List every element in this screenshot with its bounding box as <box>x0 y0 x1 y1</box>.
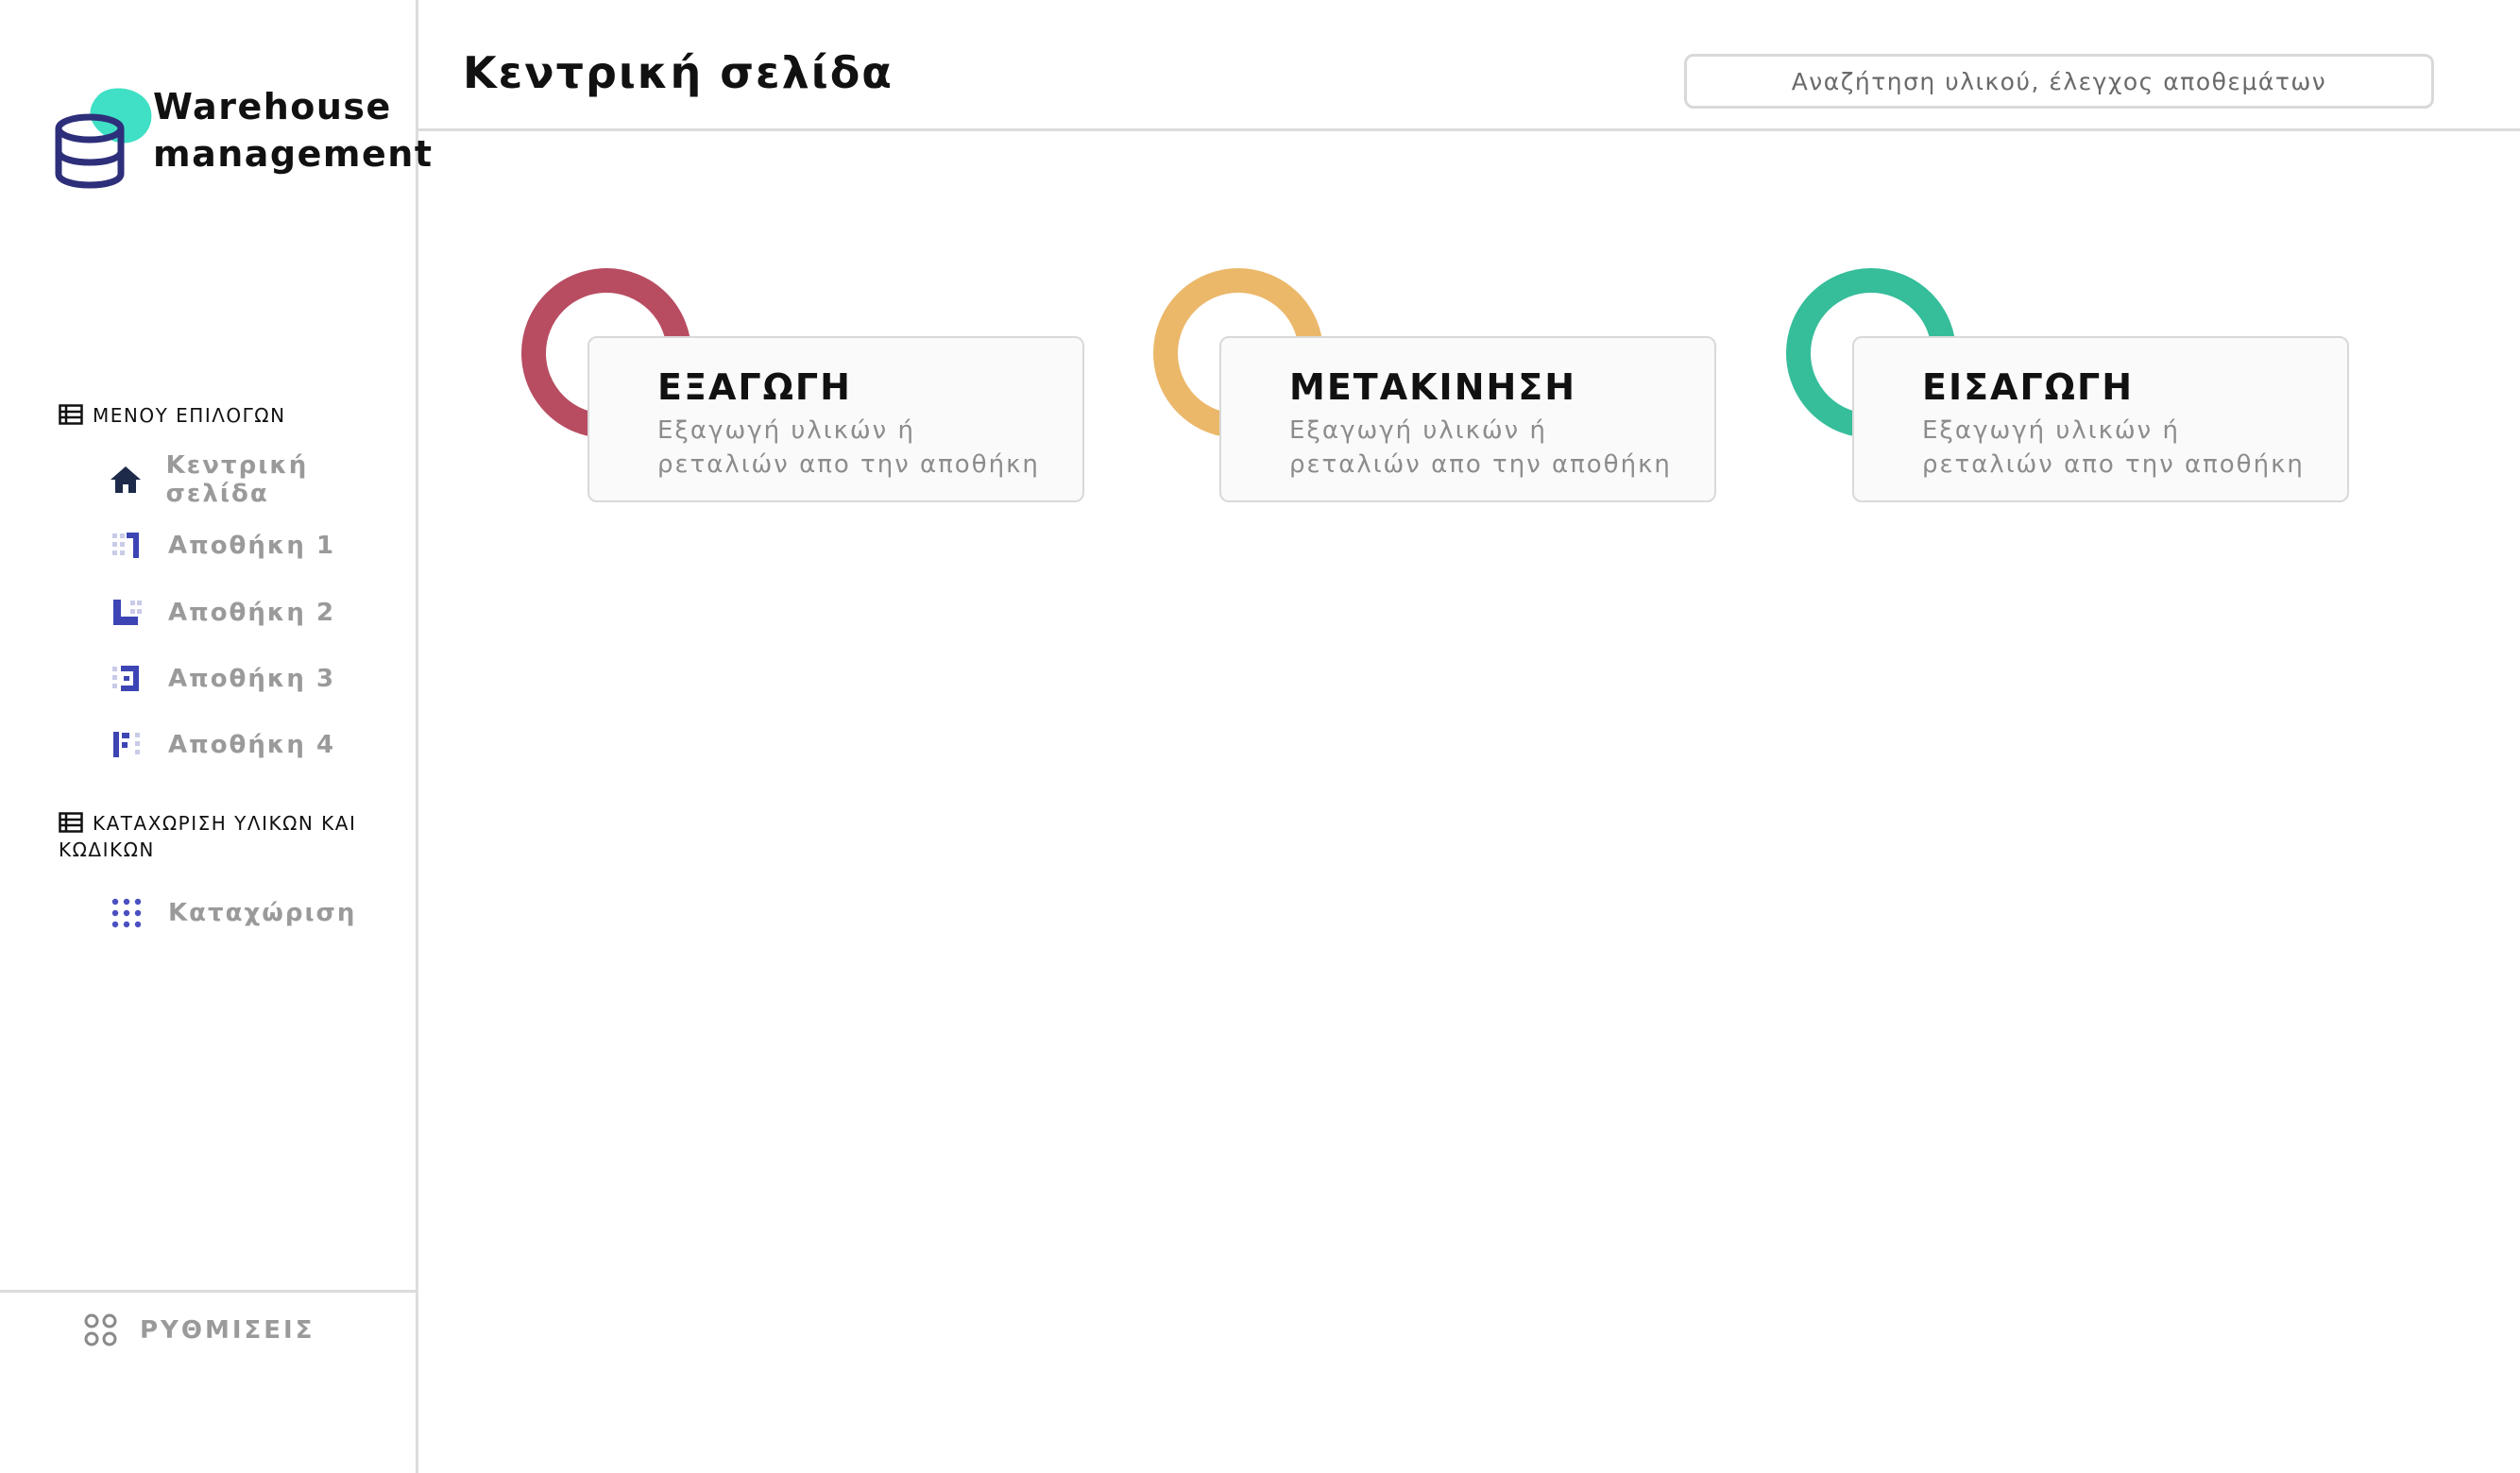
search-input[interactable]: Αναζήτηση υλικού, έλεγχος αποθεμάτων <box>1684 54 2434 109</box>
card-title: ΕΞΑΓΩΓΗ <box>657 366 852 408</box>
sidebar-item-label: Αποθήκη 2 <box>168 599 336 627</box>
card-description-line: Εξαγωγή υλικών ή <box>1922 416 2180 445</box>
card-description-line: ρεταλιών απο την αποθήκη <box>1922 450 2305 479</box>
settings-button[interactable]: ΡΥΘΜΙΣΕΙΣ <box>83 1307 315 1354</box>
sidebar-item-warehouse-2[interactable]: Αποθήκη 2 <box>106 589 408 636</box>
sidebar-item-label: Αποθήκη 3 <box>168 665 336 693</box>
registration-section-heading: ΚΑΤΑΧΩΡΙΣΗ ΥΛΙΚΩΝ ΚΑΙ ΚΩΔΙΚΩΝ <box>59 810 399 863</box>
home-icon <box>106 459 145 500</box>
settings-label: ΡΥΘΜΙΣΕΙΣ <box>140 1316 315 1345</box>
card-description: Εξαγωγή υλικών ή ρεταλιών απο την αποθήκ… <box>1289 414 1705 482</box>
sidebar-item-label: Αποθήκη 1 <box>168 532 336 560</box>
sidebar-item-label: Καταχώριση <box>168 899 357 927</box>
export-button[interactable]: ΕΞΑΓΩΓΗ Εξαγωγή υλικών ή ρεταλιών απο τη… <box>587 336 1084 502</box>
warehouse-4-icon <box>106 724 147 766</box>
sidebar-item-home[interactable]: Κεντρική σελίδα <box>106 451 408 508</box>
search-placeholder: Αναζήτηση υλικού, έλεγχος αποθεμάτων <box>1791 67 2327 95</box>
menu-section-heading: ΜΕΝΟΥ ΕΠΙΛΟΓΩΝ <box>59 402 286 429</box>
grid-dots-icon <box>106 892 147 934</box>
card-title: ΜΕΤΑΚΙΝΗΣΗ <box>1289 366 1577 408</box>
page-title: Κεντρική σελίδα <box>463 47 894 98</box>
sidebar-item-entry[interactable]: Καταχώριση <box>106 889 408 937</box>
settings-circles-icon <box>84 1313 117 1346</box>
warehouse-3-icon <box>106 658 147 700</box>
database-logo-icon <box>55 88 152 189</box>
move-button[interactable]: ΜΕΤΑΚΙΝΗΣΗ Εξαγωγή υλικών ή ρεταλιών απο… <box>1219 336 1716 502</box>
card-description-line: ρεταλιών απο την αποθήκη <box>657 450 1040 479</box>
brand-line1: Warehouse <box>153 86 392 127</box>
warehouse-1-icon <box>106 525 147 567</box>
header-divider <box>418 128 2520 131</box>
sidebar-item-label: Κεντρική σελίδα <box>165 451 309 508</box>
sidebar-item-warehouse-1[interactable]: Αποθήκη 1 <box>106 522 408 569</box>
move-card: ΜΕΤΑΚΙΝΗΣΗ Εξαγωγή υλικών ή ρεταλιών απο… <box>1153 266 1720 512</box>
export-card: ΕΞΑΓΩΓΗ Εξαγωγή υλικών ή ρεταλιών απο τη… <box>521 266 1088 512</box>
table-icon <box>59 404 83 425</box>
import-button[interactable]: ΕΙΣΑΓΩΓΗ Εξαγωγή υλικών ή ρεταλιών απο τ… <box>1852 336 2349 502</box>
card-description-line: ρεταλιών απο την αποθήκη <box>1289 450 1672 479</box>
card-description-line: Εξαγωγή υλικών ή <box>657 416 915 445</box>
menu-section-label: ΜΕΝΟΥ ΕΠΙΛΟΓΩΝ <box>93 404 286 427</box>
sidebar: Warehouse management ΜΕΝΟΥ ΕΠΙΛΟΓΩΝ Κεντ… <box>0 0 432 1473</box>
card-description: Εξαγωγή υλικών ή ρεταλιών απο την αποθήκ… <box>1922 414 2338 482</box>
warehouse-2-icon <box>106 592 147 634</box>
sidebar-item-warehouse-3[interactable]: Αποθήκη 3 <box>106 655 408 703</box>
import-card: ΕΙΣΑΓΩΓΗ Εξαγωγή υλικών ή ρεταλιών απο τ… <box>1786 266 2353 512</box>
registration-section-label: ΚΑΤΑΧΩΡΙΣΗ ΥΛΙΚΩΝ ΚΑΙ ΚΩΔΙΚΩΝ <box>59 812 357 861</box>
card-description: Εξαγωγή υλικών ή ρεταλιών απο την αποθήκ… <box>657 414 1073 482</box>
sidebar-item-label: Αποθήκη 4 <box>168 731 336 759</box>
brand-line2: management <box>153 133 434 175</box>
brand-name: Warehouse management <box>153 83 434 178</box>
settings-divider <box>0 1290 418 1293</box>
sidebar-item-warehouse-4[interactable]: Αποθήκη 4 <box>106 721 408 769</box>
table-icon <box>59 812 83 833</box>
card-title: ΕΙΣΑΓΩΓΗ <box>1922 366 2134 408</box>
card-description-line: Εξαγωγή υλικών ή <box>1289 416 1547 445</box>
